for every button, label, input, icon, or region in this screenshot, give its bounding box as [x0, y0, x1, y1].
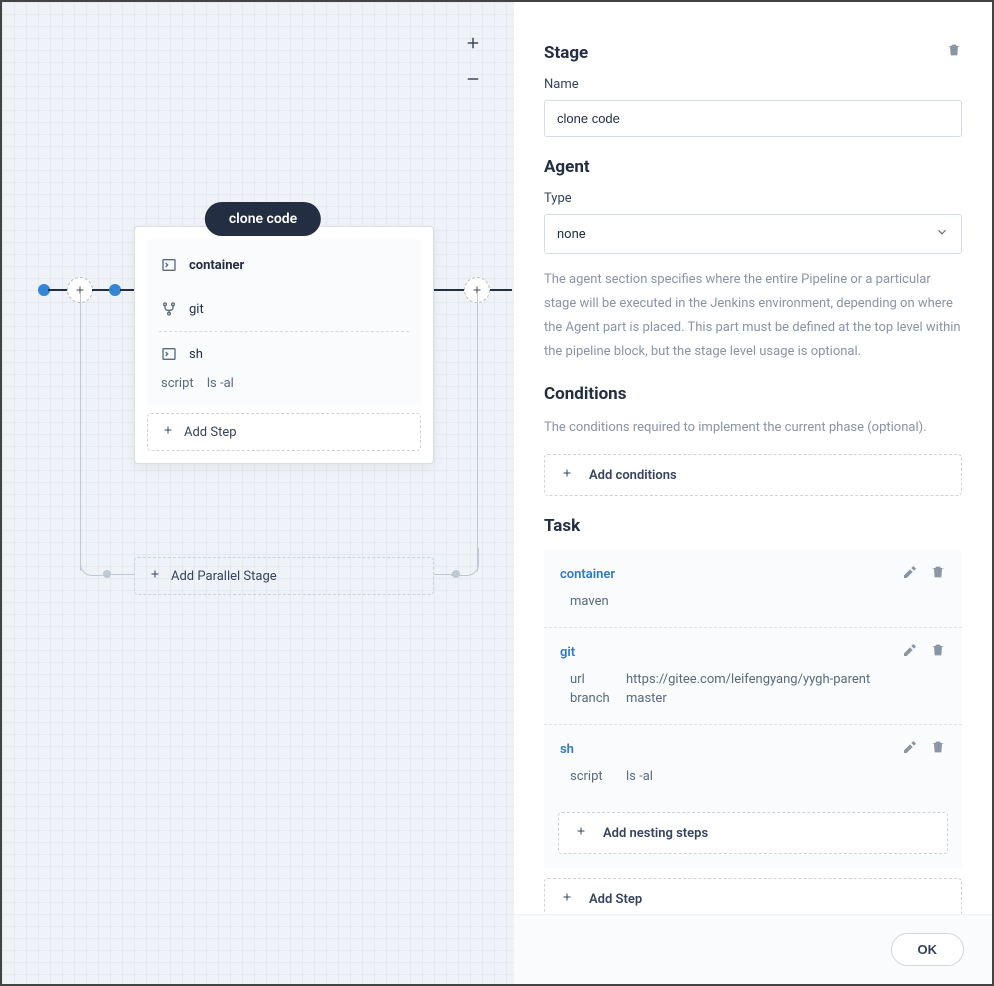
task-name: sh	[560, 742, 574, 757]
task-item[interactable]: sh script ls -al	[544, 725, 962, 802]
step-name: sh	[189, 347, 203, 362]
conditions-heading: Conditions	[544, 384, 626, 404]
pipeline-edge	[108, 574, 134, 575]
zoom-out-button[interactable]	[462, 68, 484, 90]
task-param-key: url	[570, 672, 616, 687]
add-step-button[interactable]: Add Step	[147, 413, 421, 451]
pipeline-canvas[interactable]: clone code container	[2, 2, 514, 984]
delete-stage-button[interactable]	[946, 42, 962, 63]
delete-task-button[interactable]	[930, 564, 946, 584]
step-row[interactable]: container	[147, 243, 421, 287]
pipeline-edge	[120, 289, 135, 291]
task-name: git	[560, 645, 575, 660]
agent-heading: Agent	[544, 157, 590, 177]
plus-icon	[575, 825, 587, 841]
step-param: script ls -al	[147, 376, 421, 405]
zoom-in-button[interactable]	[462, 32, 484, 54]
edit-task-button[interactable]	[902, 642, 918, 662]
edit-task-button[interactable]	[902, 739, 918, 759]
agent-type-select[interactable]: none	[544, 214, 962, 254]
task-param-value: https://gitee.com/leifengyang/yygh-paren…	[626, 672, 870, 687]
stage-card[interactable]: container git	[134, 226, 434, 464]
plus-icon	[149, 568, 161, 584]
delete-task-button[interactable]	[930, 642, 946, 662]
pipeline-edge	[80, 294, 81, 571]
ok-button[interactable]: OK	[891, 933, 965, 966]
task-param-value: maven	[570, 594, 609, 609]
step-name: git	[189, 302, 204, 317]
type-label: Type	[544, 191, 962, 206]
edit-task-button[interactable]	[902, 564, 918, 584]
pipeline-edge	[477, 294, 478, 571]
step-row[interactable]: sh	[147, 332, 421, 376]
add-conditions-button[interactable]: Add conditions	[544, 454, 962, 496]
task-param-key: branch	[570, 691, 616, 706]
stage-heading: Stage	[544, 43, 588, 63]
add-parallel-stage-button[interactable]: Add Parallel Stage	[134, 557, 434, 595]
plus-icon	[561, 467, 573, 483]
task-param-value: master	[626, 691, 667, 706]
pipeline-edge	[490, 289, 512, 291]
step-name: container	[189, 258, 244, 273]
task-name: container	[560, 567, 615, 582]
stage-config-panel: Stage Name Agent Type none The agent sec…	[514, 2, 992, 984]
conditions-help-text: The conditions required to implement the…	[544, 416, 927, 440]
task-list: container maven git	[544, 550, 962, 868]
panel-footer: OK	[514, 914, 992, 984]
plus-icon	[561, 891, 573, 907]
step-row[interactable]: git	[147, 287, 421, 331]
name-label: Name	[544, 77, 962, 92]
task-param-key: script	[570, 769, 616, 784]
task-item[interactable]: container maven	[544, 550, 962, 628]
stage-name-pill[interactable]: clone code	[205, 202, 321, 236]
task-heading: Task	[544, 516, 580, 536]
task-item[interactable]: git url https://gitee.com/leifengyang/yyg…	[544, 628, 962, 725]
terminal-icon	[161, 346, 177, 362]
add-nesting-steps-button[interactable]: Add nesting steps	[558, 812, 948, 854]
branch-icon	[161, 301, 177, 317]
pipeline-edge	[92, 289, 110, 291]
agent-help-text: The agent section specifies where the en…	[544, 268, 962, 364]
terminal-icon	[161, 257, 177, 273]
chevron-down-icon	[935, 225, 949, 243]
stage-name-input[interactable]	[544, 100, 962, 137]
plus-icon	[162, 424, 174, 440]
pipeline-edge	[433, 289, 465, 291]
delete-task-button[interactable]	[930, 739, 946, 759]
pipeline-edge	[434, 574, 460, 575]
task-param-value: ls -al	[626, 769, 653, 784]
pipeline-edge	[48, 289, 68, 291]
